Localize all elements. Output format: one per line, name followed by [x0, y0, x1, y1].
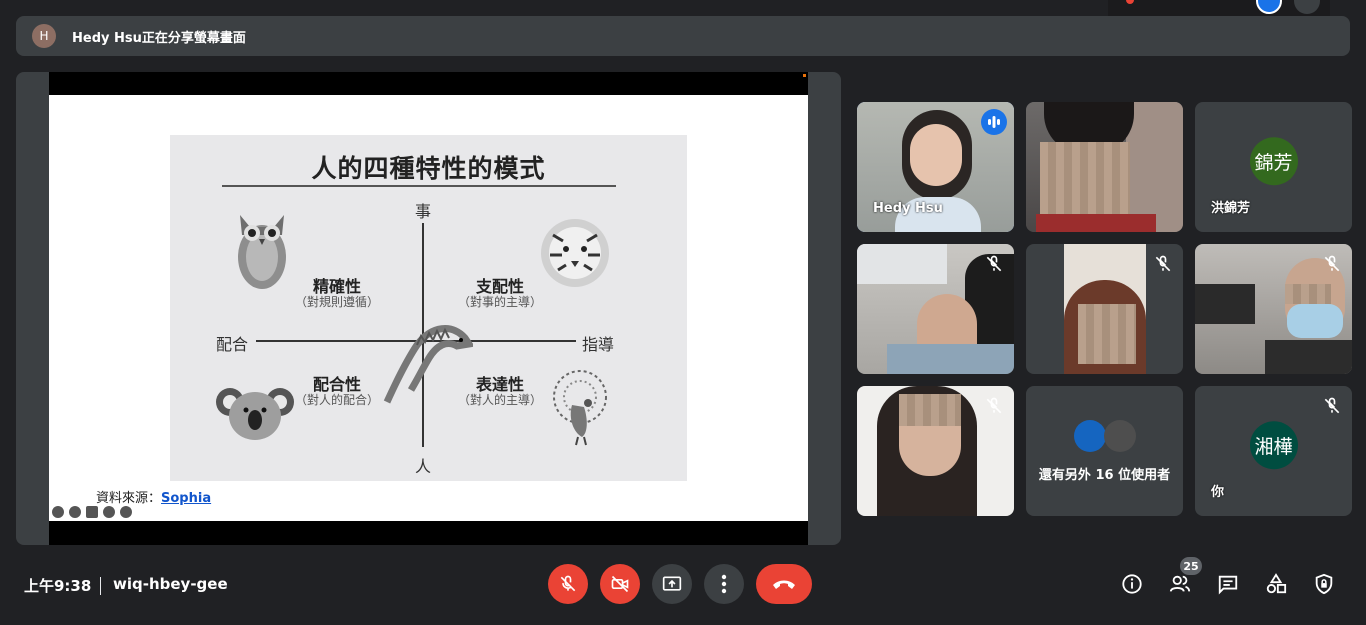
people-button[interactable] [1168, 572, 1192, 596]
divider [100, 577, 101, 595]
participant-tile[interactable] [857, 386, 1014, 516]
participant-tile[interactable] [857, 244, 1014, 374]
prev-slide-icon[interactable] [52, 506, 64, 518]
cursor-dot [803, 74, 806, 77]
presenter-avatar: H [32, 24, 56, 48]
shared-screen: 人的四種特性的模式 事 人 配合 指導 精確性 （對規則遵循） 支配性 （對事的… [49, 72, 808, 545]
presentation-banner: H Hedy Hsu正在分享螢幕畫面 [16, 16, 1350, 56]
participant-tile[interactable] [1195, 244, 1352, 374]
source-citation: 資料來源：Sophia [96, 487, 211, 506]
leave-call-button[interactable] [756, 564, 812, 604]
shield-lock-icon [1315, 573, 1333, 595]
more-participants-tile[interactable]: 還有另外 16 位使用者 [1026, 386, 1183, 516]
more-icon[interactable] [103, 506, 115, 518]
info-icon [1122, 574, 1142, 594]
participant-tile[interactable] [1026, 244, 1183, 374]
participant-name: 洪錦芳 [1211, 201, 1251, 216]
more-vert-icon [721, 574, 727, 594]
slide: 人的四種特性的模式 事 人 配合 指導 精確性 （對規則遵循） 支配性 （對事的… [170, 135, 687, 481]
peacock-icon [553, 370, 607, 446]
meeting-details-button[interactable] [1120, 572, 1144, 596]
tiger-icon [541, 219, 609, 287]
more-participants-label: 還有另外 16 位使用者 [1038, 468, 1171, 483]
title-rule [222, 185, 616, 187]
more-options-button[interactable] [704, 564, 744, 604]
self-avatar: 湘樺 [1249, 421, 1298, 470]
mic-off-icon [986, 255, 1002, 272]
presentation-panel[interactable]: 人的四種特性的模式 事 人 配合 指導 精確性 （對規則遵循） 支配性 （對事的… [16, 72, 841, 545]
recording-dot [1126, 0, 1134, 4]
present-screen-icon [662, 576, 682, 591]
top-mic-off-icon[interactable] [1294, 0, 1320, 14]
axis-bottom-label: 人 [415, 457, 432, 476]
chat-button[interactable] [1216, 572, 1240, 596]
slide-controls [52, 506, 132, 518]
participant-tile[interactable]: Hedy Hsu [857, 102, 1014, 232]
axis-right-label: 指導 [582, 335, 615, 354]
quadrant-sub-dominant: （對事的主導） [457, 295, 542, 309]
mic-off-icon [560, 575, 576, 592]
quadrant-sub-cooperative: （對人的配合） [294, 393, 379, 407]
axis-top-label: 事 [415, 202, 432, 221]
control-bar: 上午9:38 wiq-hbey-gee 25 [0, 557, 1366, 625]
top-avatar-icon[interactable] [1256, 0, 1282, 14]
slide-title: 人的四種特性的模式 [311, 154, 546, 183]
hang-up-icon [773, 580, 795, 589]
owl-icon [238, 215, 286, 289]
participant-avatar: 錦芳 [1249, 137, 1298, 186]
presenter-share-text: Hedy Hsu正在分享螢幕畫面 [72, 30, 246, 46]
captions-icon[interactable] [86, 506, 98, 518]
quadrant-sub-precise: （對規則遵循） [294, 295, 379, 309]
top-strip [1108, 0, 1330, 17]
lizard-icon [383, 325, 473, 404]
participant-tile[interactable]: 錦芳 洪錦芳 [1195, 102, 1352, 232]
participant-name: 你 [1211, 485, 1225, 500]
mic-off-icon [1155, 255, 1171, 272]
mic-toggle-button[interactable] [548, 564, 588, 604]
mic-off-icon [1324, 255, 1340, 272]
mic-off-icon [986, 397, 1002, 414]
source-label: 資料來源： [96, 491, 162, 506]
pen-icon[interactable] [69, 506, 81, 518]
speaking-indicator-icon [981, 109, 1007, 135]
shared-document: 人的四種特性的模式 事 人 配合 指導 精確性 （對規則遵循） 支配性 （對事的… [49, 95, 808, 521]
other-avatar [1074, 420, 1106, 452]
camera-toggle-button[interactable] [600, 564, 640, 604]
axis-left-label: 配合 [216, 335, 249, 354]
activities-icon [1266, 573, 1287, 594]
camera-off-icon [611, 575, 629, 593]
next-slide-icon[interactable] [120, 506, 132, 518]
mic-off-icon [1324, 397, 1340, 414]
meeting-time: 上午9:38 [24, 577, 92, 595]
present-button[interactable] [652, 564, 692, 604]
self-tile[interactable]: 湘樺 你 [1195, 386, 1352, 516]
koala-icon [216, 388, 294, 440]
people-icon [1169, 575, 1191, 592]
meeting-code[interactable]: wiq-hbey-gee [113, 575, 228, 593]
participant-tile[interactable] [1026, 102, 1183, 232]
source-link[interactable]: Sophia [161, 491, 211, 506]
host-controls-button[interactable] [1312, 572, 1336, 596]
activities-button[interactable] [1264, 572, 1288, 596]
chat-icon [1218, 575, 1238, 595]
other-avatar [1104, 420, 1136, 452]
participant-name: Hedy Hsu [873, 201, 943, 216]
